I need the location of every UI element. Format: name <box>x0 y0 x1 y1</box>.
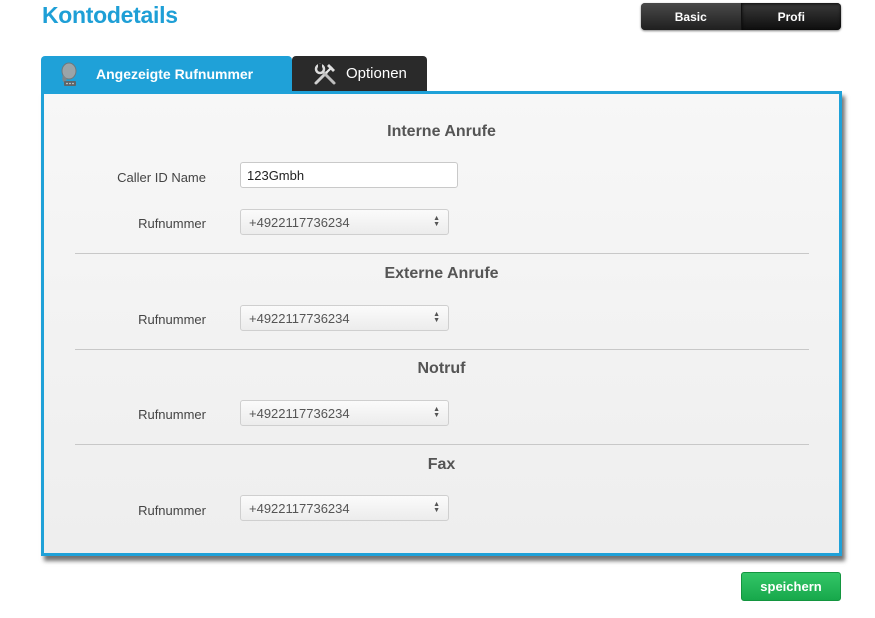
mode-switch: Basic Profi <box>641 3 841 30</box>
section-title-fax: Fax <box>427 456 456 473</box>
tab-angezeigte-rufnummer[interactable]: Angezeigte Rufnummer <box>41 56 292 91</box>
mode-profi-button[interactable]: Profi <box>741 3 841 30</box>
emergency-number-select[interactable]: +4922117736234 ▲ ▼ <box>240 400 449 426</box>
divider <box>75 444 809 445</box>
section-title-emergency: Notruf <box>417 360 466 377</box>
fax-number-label: Rufnummer <box>138 503 206 518</box>
divider <box>75 253 809 254</box>
fax-number-value: +4922117736234 <box>249 500 350 516</box>
select-arrows-icon: ▲ ▼ <box>433 215 440 228</box>
page-title: Kontodetails <box>42 2 178 28</box>
tools-icon <box>311 60 339 88</box>
section-title-external: Externe Anrufe <box>384 265 499 282</box>
tab-bar: Angezeigte Rufnummer Optionen <box>41 56 427 92</box>
section-title-internal: Interne Anrufe <box>387 123 496 140</box>
internal-number-label: Rufnummer <box>138 216 206 231</box>
internal-number-value: +4922117736234 <box>249 214 350 230</box>
phone-head-icon <box>57 61 83 87</box>
select-arrows-icon: ▲ ▼ <box>433 501 440 514</box>
caller-id-field[interactable]: 123Gmbh <box>240 162 458 188</box>
external-number-select[interactable]: +4922117736234 ▲ ▼ <box>240 305 449 331</box>
divider <box>75 349 809 350</box>
select-arrows-icon: ▲ ▼ <box>433 311 440 324</box>
internal-number-select[interactable]: +4922117736234 ▲ ▼ <box>240 209 449 235</box>
tab-optionen[interactable]: Optionen <box>292 56 427 91</box>
emergency-number-label: Rufnummer <box>138 407 206 422</box>
fax-number-select[interactable]: +4922117736234 ▲ ▼ <box>240 495 449 521</box>
tab-optionen-label: Optionen <box>346 65 407 82</box>
select-arrows-icon: ▲ ▼ <box>433 406 440 419</box>
mode-basic-button[interactable]: Basic <box>641 3 742 30</box>
external-number-label: Rufnummer <box>138 312 206 327</box>
tab-angezeigte-rufnummer-label: Angezeigte Rufnummer <box>96 65 254 82</box>
save-button[interactable]: speichern <box>741 572 841 601</box>
caller-id-label: Caller ID Name <box>117 170 206 185</box>
external-number-value: +4922117736234 <box>249 310 350 326</box>
settings-panel: Interne Anrufe Caller ID Name 123Gmbh Ru… <box>41 91 842 556</box>
emergency-number-value: +4922117736234 <box>249 405 350 421</box>
